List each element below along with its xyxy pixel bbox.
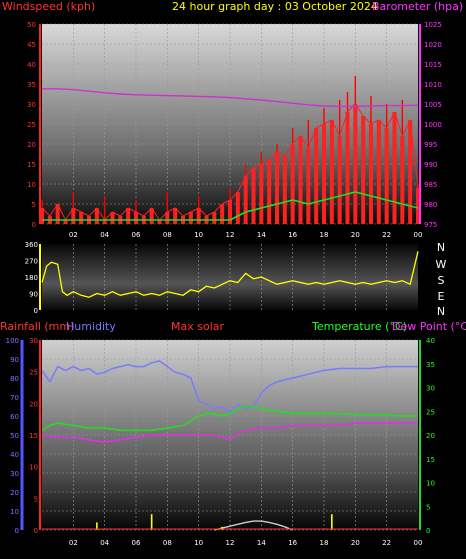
barometer-tick-label: 975	[424, 221, 437, 229]
rainfall-tick-label: 30	[29, 337, 38, 345]
x-tick-label: 06	[132, 539, 141, 547]
x-tick-label: 00	[414, 539, 423, 547]
temperature-tick-label: 5	[426, 503, 430, 511]
barometer-tick-label: 1025	[424, 21, 442, 29]
temperature-tick-label: 15	[426, 456, 435, 464]
wind-tick-label: 25	[27, 121, 36, 129]
x-tick-label: 04	[100, 231, 109, 239]
wind-tick-label: 20	[27, 141, 36, 149]
humidity-tick-label: 60	[10, 413, 19, 421]
dewpoint-axis-title: Dew Point (°C)	[392, 320, 466, 333]
x-tick-label: 08	[163, 539, 172, 547]
x-tick-label: 00	[414, 231, 423, 239]
max-solar-label: Max solar	[171, 320, 224, 333]
compass-e: E	[438, 290, 445, 303]
barometer-axis-title: Barometer (hpa)	[372, 0, 463, 13]
x-tick-label: 18	[320, 539, 329, 547]
rainfall-tick-label: 0	[34, 527, 38, 535]
temperature-tick-label: 0	[426, 527, 430, 535]
direction-tick-label: 270	[25, 258, 38, 266]
rainfall-axis-title: Rainfall (mm)	[0, 320, 74, 333]
x-tick-label: 12	[226, 539, 235, 547]
direction-tick-label: 0	[34, 307, 38, 315]
temperature-tick-label: 25	[426, 408, 435, 416]
x-tick-label: 02	[69, 231, 78, 239]
rainfall-tick-label: 15	[29, 432, 38, 440]
direction-tick-label: 90	[29, 291, 38, 299]
wind-tick-label: 35	[27, 81, 36, 89]
x-tick-label: 02	[69, 539, 78, 547]
humidity-tick-label: 50	[10, 432, 19, 440]
x-tick-label: 18	[320, 231, 329, 239]
humidity-tick-label: 90	[10, 356, 19, 364]
rainfall-tick-label: 25	[29, 369, 38, 377]
barometer-tick-label: 980	[424, 201, 437, 209]
barometer-tick-label: 1000	[424, 121, 442, 129]
barometer-tick-label: 1005	[424, 101, 442, 109]
rainfall-tick-label: 20	[29, 400, 38, 408]
wind-tick-label: 5	[32, 201, 36, 209]
rainfall-tick-label: 10	[29, 464, 38, 472]
temperature-tick-label: 20	[426, 432, 435, 440]
wind-tick-label: 30	[27, 101, 36, 109]
wind-tick-label: 45	[27, 41, 36, 49]
humidity-tick-label: 30	[10, 470, 19, 478]
direction-tick-label: 180	[25, 274, 38, 282]
x-tick-label: 10	[194, 539, 203, 547]
barometer-tick-label: 1020	[424, 41, 442, 49]
x-tick-label: 22	[382, 539, 391, 547]
x-tick-label: 16	[288, 539, 297, 547]
temperature-tick-label: 35	[426, 361, 435, 369]
wind-tick-label: 40	[27, 61, 36, 69]
barometer-tick-label: 985	[424, 181, 437, 189]
compass-n-bottom: N	[437, 305, 445, 318]
barometer-tick-label: 995	[424, 141, 437, 149]
x-tick-label: 06	[132, 231, 141, 239]
x-tick-label: 20	[351, 231, 360, 239]
x-tick-label: 14	[257, 539, 266, 547]
compass-n-top: N	[437, 241, 445, 254]
x-tick-label: 20	[351, 539, 360, 547]
humidity-tick-label: 100	[6, 337, 19, 345]
x-tick-label: 16	[288, 231, 297, 239]
rainfall-tick-label: 5	[34, 495, 38, 503]
humidity-tick-label: 20	[10, 489, 19, 497]
wind-tick-label: 10	[27, 181, 36, 189]
direction-tick-label: 360	[25, 241, 38, 249]
wind-tick-label: 50	[27, 21, 36, 29]
weather-chart-svg: Windspeed (kph) 24 hour graph day : 03 O…	[0, 0, 466, 547]
wind-tick-label: 15	[27, 161, 36, 169]
wind-tick-label: 0	[32, 221, 36, 229]
chart-title: 24 hour graph day : 03 October 2024	[172, 0, 378, 13]
weather-graphs: Windspeed (kph) 24 hour graph day : 03 O…	[0, 0, 466, 555]
x-tick-label: 10	[194, 231, 203, 239]
barometer-tick-label: 1015	[424, 61, 442, 69]
x-tick-label: 08	[163, 231, 172, 239]
x-tick-label: 12	[226, 231, 235, 239]
x-tick-label: 22	[382, 231, 391, 239]
humidity-tick-label: 0	[15, 527, 19, 535]
humidity-tick-label: 10	[10, 508, 19, 516]
compass-s: S	[438, 274, 445, 287]
temperature-tick-label: 10	[426, 480, 435, 488]
wind-axis-title: Windspeed (kph)	[2, 0, 95, 13]
humidity-axis-title: Humidity	[66, 320, 116, 333]
barometer-tick-label: 990	[424, 161, 437, 169]
x-tick-label: 04	[100, 539, 109, 547]
barometer-tick-label: 1010	[424, 81, 442, 89]
humidity-tick-label: 80	[10, 375, 19, 383]
temperature-tick-label: 30	[426, 385, 435, 393]
humidity-tick-label: 70	[10, 394, 19, 402]
compass-w: W	[436, 258, 447, 271]
temperature-tick-label: 40	[426, 337, 435, 345]
humidity-tick-label: 40	[10, 451, 19, 459]
x-tick-label: 14	[257, 231, 266, 239]
